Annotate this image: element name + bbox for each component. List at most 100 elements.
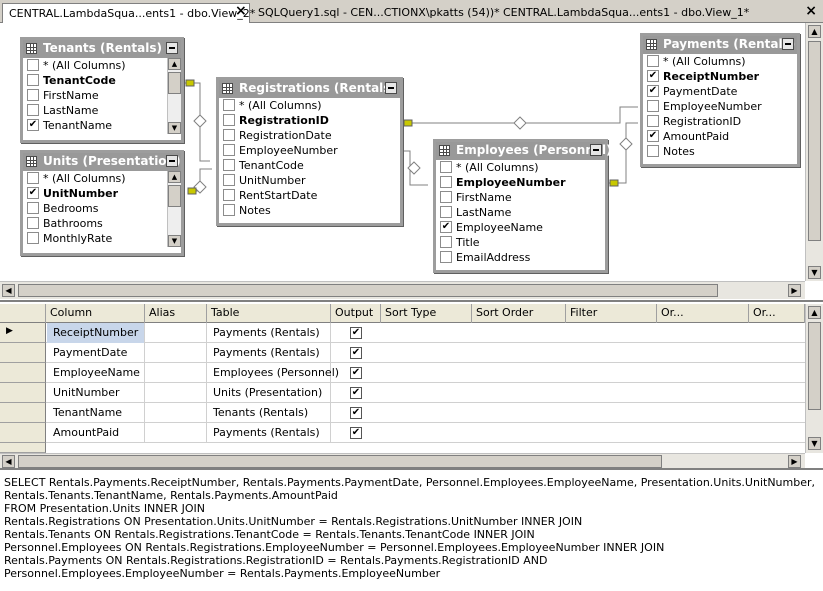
grid-cell-alias[interactable] bbox=[145, 363, 207, 383]
column-checkbox[interactable]: ✔ bbox=[647, 130, 659, 142]
column-row[interactable]: ✔ UnitNumber bbox=[23, 186, 181, 201]
column-header-alias[interactable]: Alias bbox=[145, 304, 207, 323]
output-checkbox[interactable]: ✔ bbox=[350, 427, 362, 439]
column-row[interactable]: RentStartDate bbox=[219, 188, 400, 203]
minimize-table-button[interactable] bbox=[166, 155, 178, 167]
column-checkbox[interactable] bbox=[647, 100, 659, 112]
grid-horizontal-scrollbar[interactable]: ◀ ▶ bbox=[0, 453, 805, 468]
column-checkbox[interactable] bbox=[223, 174, 235, 186]
column-row[interactable]: UnitNumber bbox=[219, 173, 400, 188]
close-tab-icon[interactable]: × bbox=[235, 4, 247, 18]
grid-row[interactable]: EmployeeName Employees (Personnel) ✔ bbox=[0, 363, 805, 383]
column-checkbox[interactable] bbox=[440, 251, 452, 263]
row-selector[interactable] bbox=[0, 443, 46, 453]
tenants-table[interactable]: Tenants (Rentals) ▲ ▼ * (All Columns) Te… bbox=[20, 37, 184, 143]
column-row[interactable]: Notes bbox=[643, 144, 797, 159]
column-checkbox[interactable]: ✔ bbox=[27, 187, 39, 199]
tab-view-1[interactable]: CENTRAL.LambdaSqua...ents1 - dbo.View_1* bbox=[497, 3, 755, 23]
column-checkbox[interactable] bbox=[440, 176, 452, 188]
column-header-filter[interactable]: Filter bbox=[566, 304, 657, 323]
diagram-pane[interactable]: Tenants (Rentals) ▲ ▼ * (All Columns) Te… bbox=[0, 23, 805, 281]
scroll-thumb[interactable] bbox=[808, 322, 821, 410]
scroll-down-icon[interactable]: ▼ bbox=[808, 266, 821, 279]
column-row[interactable]: TenantCode bbox=[23, 73, 181, 88]
payments-table[interactable]: Payments (Rentals) * (All Columns) ✔ Rece… bbox=[640, 33, 800, 167]
grid-cell-column[interactable]: EmployeeName bbox=[47, 363, 145, 383]
column-row[interactable]: Notes bbox=[219, 203, 400, 218]
scroll-left-icon[interactable]: ◀ bbox=[2, 455, 15, 468]
column-checkbox[interactable] bbox=[223, 189, 235, 201]
column-header-sort-type[interactable]: Sort Type bbox=[381, 304, 472, 323]
column-checkbox[interactable]: ✔ bbox=[27, 119, 39, 131]
grid-row[interactable]: ▶ ReceiptNumber Payments (Rentals) ✔ bbox=[0, 323, 805, 343]
employees-table[interactable]: Employees (Personnel) * (All Columns) Em… bbox=[433, 139, 612, 273]
column-checkbox[interactable] bbox=[440, 236, 452, 248]
tab-sqlquery1[interactable]: SQLQuery1.sql - CEN...CTIONX\pkatts (54)… bbox=[252, 3, 506, 23]
column-checkbox[interactable] bbox=[223, 99, 235, 111]
column-checkbox[interactable]: ✔ bbox=[440, 221, 452, 233]
grid-row[interactable]: TenantName Tenants (Rentals) ✔ bbox=[0, 403, 805, 423]
minimize-table-button[interactable] bbox=[782, 38, 794, 50]
sql-pane[interactable]: SELECT Rentals.Payments.ReceiptNumber, R… bbox=[0, 468, 823, 591]
column-checkbox[interactable] bbox=[440, 161, 452, 173]
employees-table-header[interactable]: Employees (Personnel) bbox=[436, 142, 612, 160]
grid-cell-column[interactable]: PaymentDate bbox=[47, 343, 145, 363]
column-header-sort-order[interactable]: Sort Order bbox=[472, 304, 566, 323]
minimize-table-button[interactable] bbox=[385, 82, 397, 94]
column-checkbox[interactable] bbox=[647, 55, 659, 67]
column-row[interactable]: * (All Columns) bbox=[643, 54, 797, 69]
scroll-up-icon[interactable]: ▲ bbox=[808, 306, 821, 319]
column-row[interactable]: LastName bbox=[436, 205, 605, 220]
column-row[interactable]: * (All Columns) bbox=[23, 58, 181, 73]
column-row[interactable]: * (All Columns) bbox=[23, 171, 181, 186]
column-row[interactable]: FirstName bbox=[23, 88, 181, 103]
column-row[interactable]: MonthlyRate bbox=[23, 231, 181, 246]
column-row[interactable]: Title bbox=[436, 235, 605, 250]
close-window-icon[interactable]: × bbox=[805, 3, 817, 19]
column-row[interactable]: TenantCode bbox=[219, 158, 400, 173]
column-checkbox[interactable] bbox=[27, 104, 39, 116]
grid-cell-table[interactable]: Employees (Personnel) bbox=[207, 363, 339, 383]
row-selector[interactable] bbox=[0, 363, 46, 383]
column-row[interactable]: RegistrationID bbox=[643, 114, 797, 129]
scroll-up-icon[interactable]: ▲ bbox=[808, 25, 821, 38]
column-row[interactable]: EmployeeNumber bbox=[643, 99, 797, 114]
tab-view-2[interactable]: CENTRAL.LambdaSqua...ents1 - dbo.View_2* bbox=[2, 3, 255, 23]
column-row[interactable]: EmailAddress bbox=[436, 250, 605, 265]
units-table[interactable]: Units (Presentation) ▲ ▼ * (All Columns)… bbox=[20, 150, 184, 256]
grid-cell-alias[interactable] bbox=[145, 383, 207, 403]
grid-cell-alias[interactable] bbox=[145, 323, 207, 343]
grid-vertical-scrollbar[interactable]: ▲ ▼ bbox=[805, 304, 823, 453]
column-checkbox[interactable] bbox=[223, 114, 235, 126]
grid-row[interactable]: AmountPaid Payments (Rentals) ✔ bbox=[0, 423, 805, 443]
row-selector[interactable] bbox=[0, 383, 46, 403]
column-checkbox[interactable] bbox=[223, 129, 235, 141]
scroll-thumb[interactable] bbox=[808, 41, 821, 241]
column-checkbox[interactable] bbox=[223, 144, 235, 156]
column-row[interactable]: LastName bbox=[23, 103, 181, 118]
column-header-or-1[interactable]: Or... bbox=[657, 304, 749, 323]
registrations-table-header[interactable]: Registrations (Rentals) bbox=[219, 80, 400, 98]
column-row[interactable]: RegistrationID bbox=[219, 113, 400, 128]
column-checkbox[interactable] bbox=[223, 204, 235, 216]
scroll-right-icon[interactable]: ▶ bbox=[788, 455, 801, 468]
scroll-left-icon[interactable]: ◀ bbox=[2, 284, 15, 297]
grid-row[interactable]: UnitNumber Units (Presentation) ✔ bbox=[0, 383, 805, 403]
grid-cell-table[interactable]: Tenants (Rentals) bbox=[207, 403, 331, 423]
output-checkbox[interactable]: ✔ bbox=[350, 407, 362, 419]
output-checkbox[interactable]: ✔ bbox=[350, 387, 362, 399]
output-checkbox[interactable]: ✔ bbox=[350, 347, 362, 359]
output-checkbox[interactable]: ✔ bbox=[350, 367, 362, 379]
row-selector[interactable] bbox=[0, 403, 46, 423]
scroll-right-icon[interactable]: ▶ bbox=[788, 284, 801, 297]
column-checkbox[interactable] bbox=[27, 202, 39, 214]
column-row[interactable]: ✔ AmountPaid bbox=[643, 129, 797, 144]
column-checkbox[interactable] bbox=[27, 59, 39, 71]
minimize-table-button[interactable] bbox=[166, 42, 178, 54]
column-header-table[interactable]: Table bbox=[207, 304, 331, 323]
column-header-output[interactable]: Output bbox=[331, 304, 381, 323]
grid-cell-column[interactable]: UnitNumber bbox=[47, 383, 145, 403]
grid-cell-column[interactable]: TenantName bbox=[47, 403, 145, 423]
column-checkbox[interactable] bbox=[27, 172, 39, 184]
scroll-thumb[interactable] bbox=[18, 284, 718, 297]
